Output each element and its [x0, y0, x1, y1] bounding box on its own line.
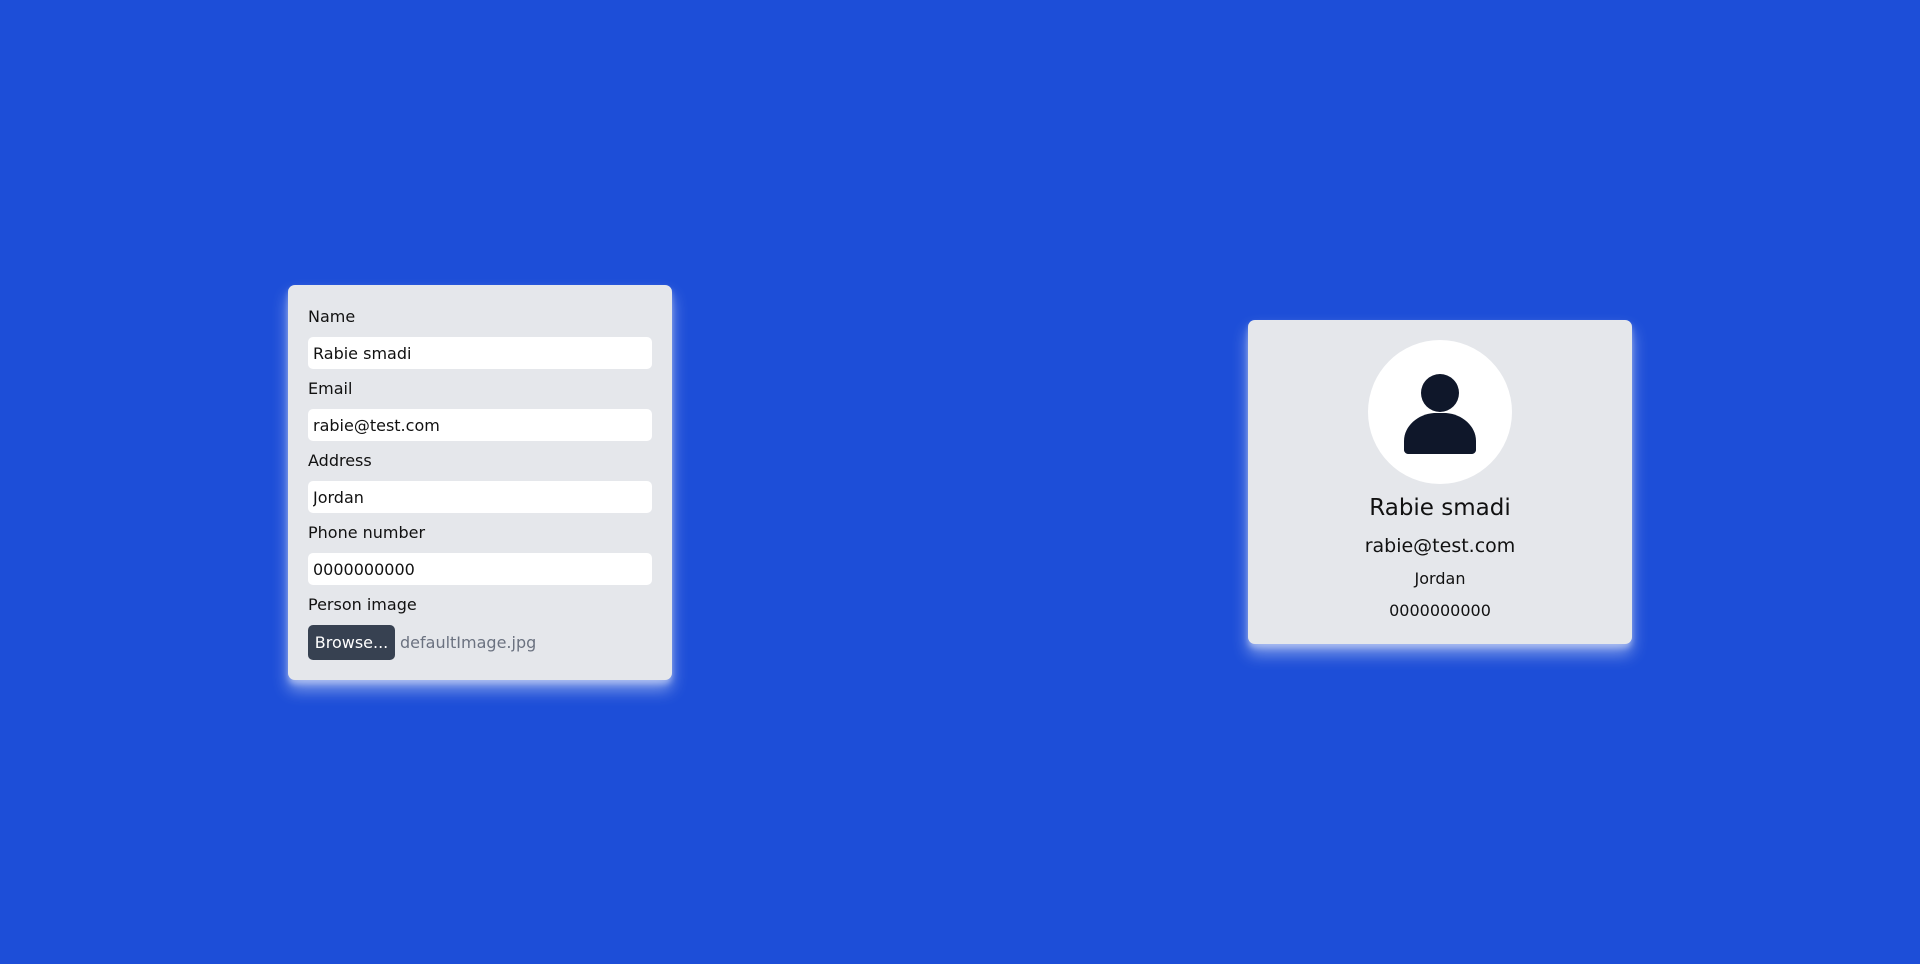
page-background: { "form": { "name_label": "Name", "name_… — [0, 0, 1920, 964]
file-picker[interactable]: Browse... defaultImage.jpg — [308, 625, 652, 660]
person-icon — [1404, 374, 1476, 454]
avatar — [1368, 340, 1512, 484]
email-label: Email — [308, 379, 353, 398]
profile-preview-card: Rabie smadi rabie@test.com Jordan 000000… — [1248, 320, 1632, 644]
name-input[interactable] — [308, 337, 652, 369]
profile-name: Rabie smadi — [1369, 495, 1511, 521]
profile-email: rabie@test.com — [1364, 535, 1516, 557]
email-input[interactable] — [308, 409, 652, 441]
profile-phone: 0000000000 — [1389, 601, 1491, 620]
address-input[interactable] — [308, 481, 652, 513]
browse-button[interactable]: Browse... — [308, 625, 395, 660]
person-image-label: Person image — [308, 595, 417, 614]
name-label: Name — [308, 307, 356, 326]
address-label: Address — [308, 451, 372, 470]
selected-file-name: defaultImage.jpg — [400, 633, 537, 652]
person-form-card: Name Email Address Phone number Person i… — [288, 285, 672, 680]
phone-label: Phone number — [308, 523, 426, 542]
profile-address: Jordan — [1414, 569, 1466, 588]
phone-input[interactable] — [308, 553, 652, 585]
